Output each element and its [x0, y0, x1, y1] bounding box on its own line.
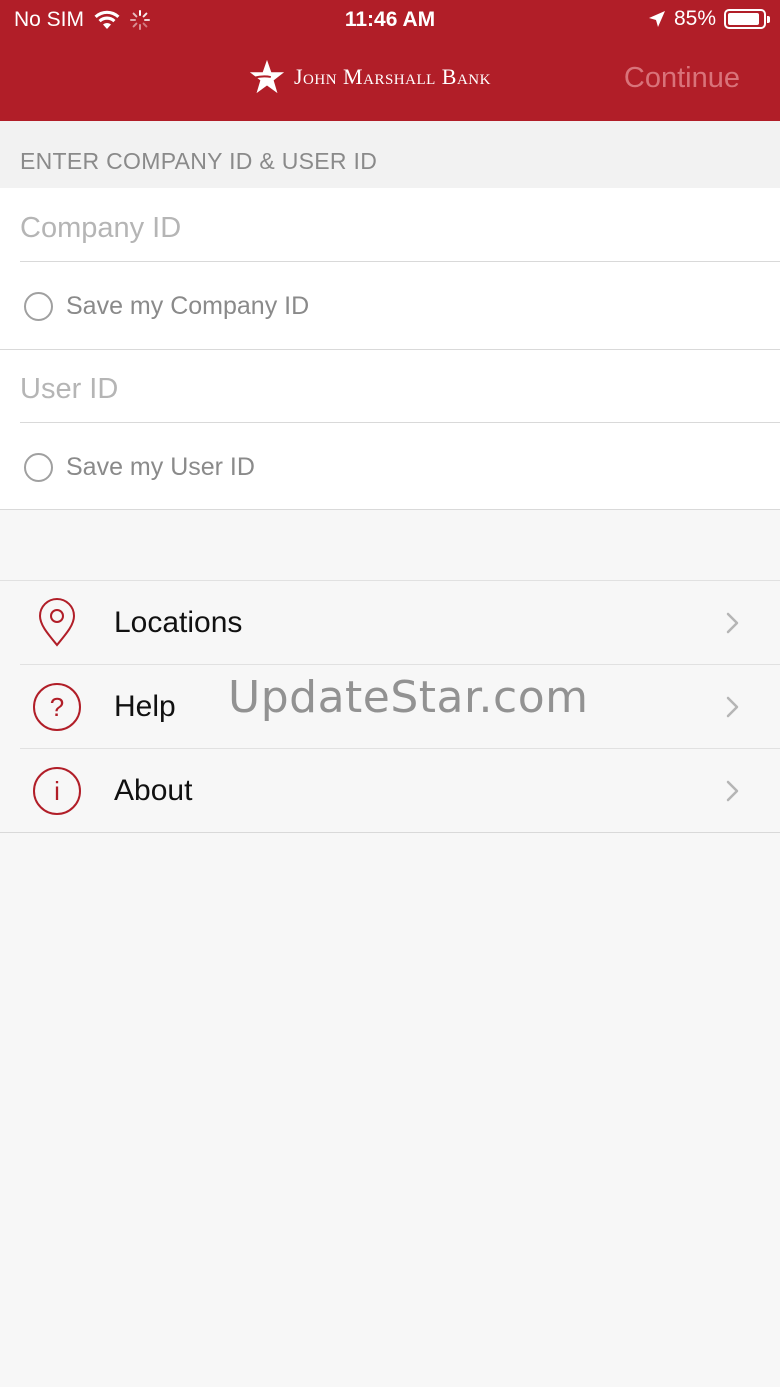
question-circle-icon: ?	[33, 683, 81, 731]
user-id-field[interactable]	[20, 349, 780, 423]
section-title: ENTER COMPANY ID & USER ID	[0, 121, 780, 188]
menu-label-help: Help	[114, 690, 176, 723]
menu-item-locations[interactable]: Locations	[0, 581, 780, 665]
brand-name: John Marshall Bank	[294, 64, 491, 89]
save-company-id-label: Save my Company ID	[66, 291, 310, 320]
save-user-id-radio[interactable]	[24, 452, 53, 482]
user-id-input[interactable]	[20, 373, 780, 406]
watermark: UpdateStar.com	[228, 672, 589, 723]
battery-percent: 85%	[673, 7, 716, 30]
continue-button[interactable]: Continue	[624, 62, 740, 95]
save-company-id-radio[interactable]	[24, 291, 53, 321]
save-company-id-row[interactable]: Save my Company ID	[0, 263, 780, 349]
menu-label-about: About	[114, 774, 193, 807]
svg-text:i: i	[54, 776, 60, 806]
company-id-field[interactable]	[20, 188, 780, 262]
svg-text:?: ?	[50, 692, 64, 722]
menu-label-locations: Locations	[114, 606, 243, 639]
location-arrow-icon	[648, 11, 665, 27]
save-user-id-label: Save my User ID	[66, 452, 255, 481]
location-pin-icon	[38, 598, 76, 647]
chevron-right-icon	[726, 612, 739, 634]
chevron-right-icon	[726, 780, 739, 802]
info-circle-icon: i	[33, 767, 81, 815]
battery-icon	[724, 9, 770, 29]
chevron-right-icon	[726, 696, 739, 718]
bank-logo: John Marshall Bank	[248, 58, 491, 96]
login-form: Save my Company ID Save my User ID	[0, 188, 780, 510]
nav-bar: John Marshall Bank Continue	[0, 48, 780, 118]
status-bar: No SIM 11:46 AM 85%	[0, 0, 780, 40]
menu-item-about[interactable]: i About	[0, 749, 780, 833]
star-logo-icon	[249, 59, 285, 94]
app-header: No SIM 11:46 AM 85% John Marshall Bank C…	[0, 0, 780, 121]
save-user-id-row[interactable]: Save my User ID	[0, 424, 780, 510]
company-id-input[interactable]	[20, 212, 780, 245]
